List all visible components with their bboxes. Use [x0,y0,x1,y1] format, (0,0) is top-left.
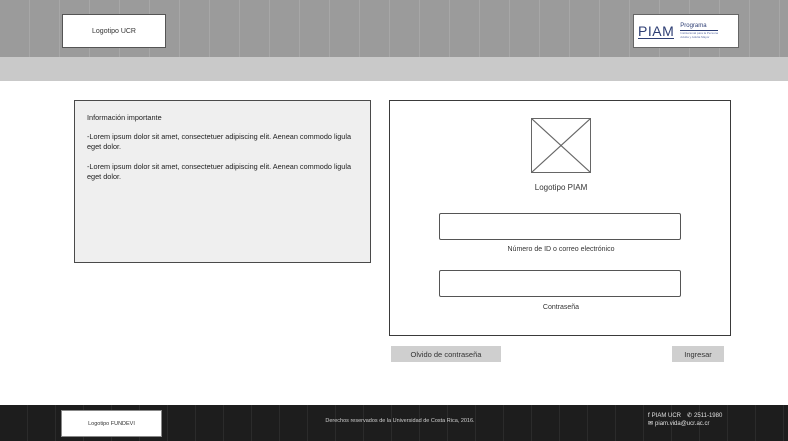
info-paragraph: -Lorem ipsum dolor sit amet, consectetue… [87,132,352,151]
facebook-link[interactable]: PIAM UCR [652,412,681,420]
logo-fundevi-label: Logotipo FUNDEVI [88,420,135,427]
login-panel: Logotipo PIAM Número de ID o correo elec… [389,100,731,336]
phone-icon: ✆ [687,413,693,419]
phone-number: 2511-1980 [694,413,723,419]
forgot-password-button[interactable]: Olvido de contraseña [391,346,501,362]
image-placeholder-icon [531,118,591,173]
info-paragraph: -Lorem ipsum dolor sit amet, consectetue… [87,162,352,181]
footer-copyright: Derechos reservados de la Universidad de… [325,418,475,424]
footer-contact: f PIAM UCR ✆ 2511-1980 ✉ piam.vida@ucr.a… [648,412,758,428]
id-email-input[interactable] [439,213,681,240]
email-link[interactable]: piam.vida@ucr.ac.cr [655,420,709,428]
logo-fundevi[interactable]: Logotipo FUNDEVI [61,410,162,437]
logo-ucr[interactable]: Logotipo UCR [62,14,166,48]
password-label: Contraseña [542,304,580,311]
login-button[interactable]: Ingresar [672,346,724,362]
info-panel: Información importante -Lorem ipsum dolo… [74,100,371,263]
login-logo-label: Logotipo PIAM [534,183,588,192]
facebook-icon[interactable]: f [648,412,650,420]
subheader-bar [0,57,788,81]
info-title: Información importante [87,113,162,122]
piam-logo-word: PIAM [638,22,675,39]
piam-program-label: Programa [680,23,719,31]
piam-program-sub-2: Adulta y Adulta Mayor [680,35,710,39]
logo-piam-header[interactable]: PIAM Programa Institucional para la Pers… [633,14,739,48]
id-email-label: Número de ID o correo electrónico [507,246,615,253]
email-icon: ✉ [648,421,654,427]
logo-ucr-label: Logotipo UCR [92,27,136,35]
piam-logo-program: Programa Institucional para la Persona A… [680,23,719,39]
password-input[interactable] [439,270,681,297]
